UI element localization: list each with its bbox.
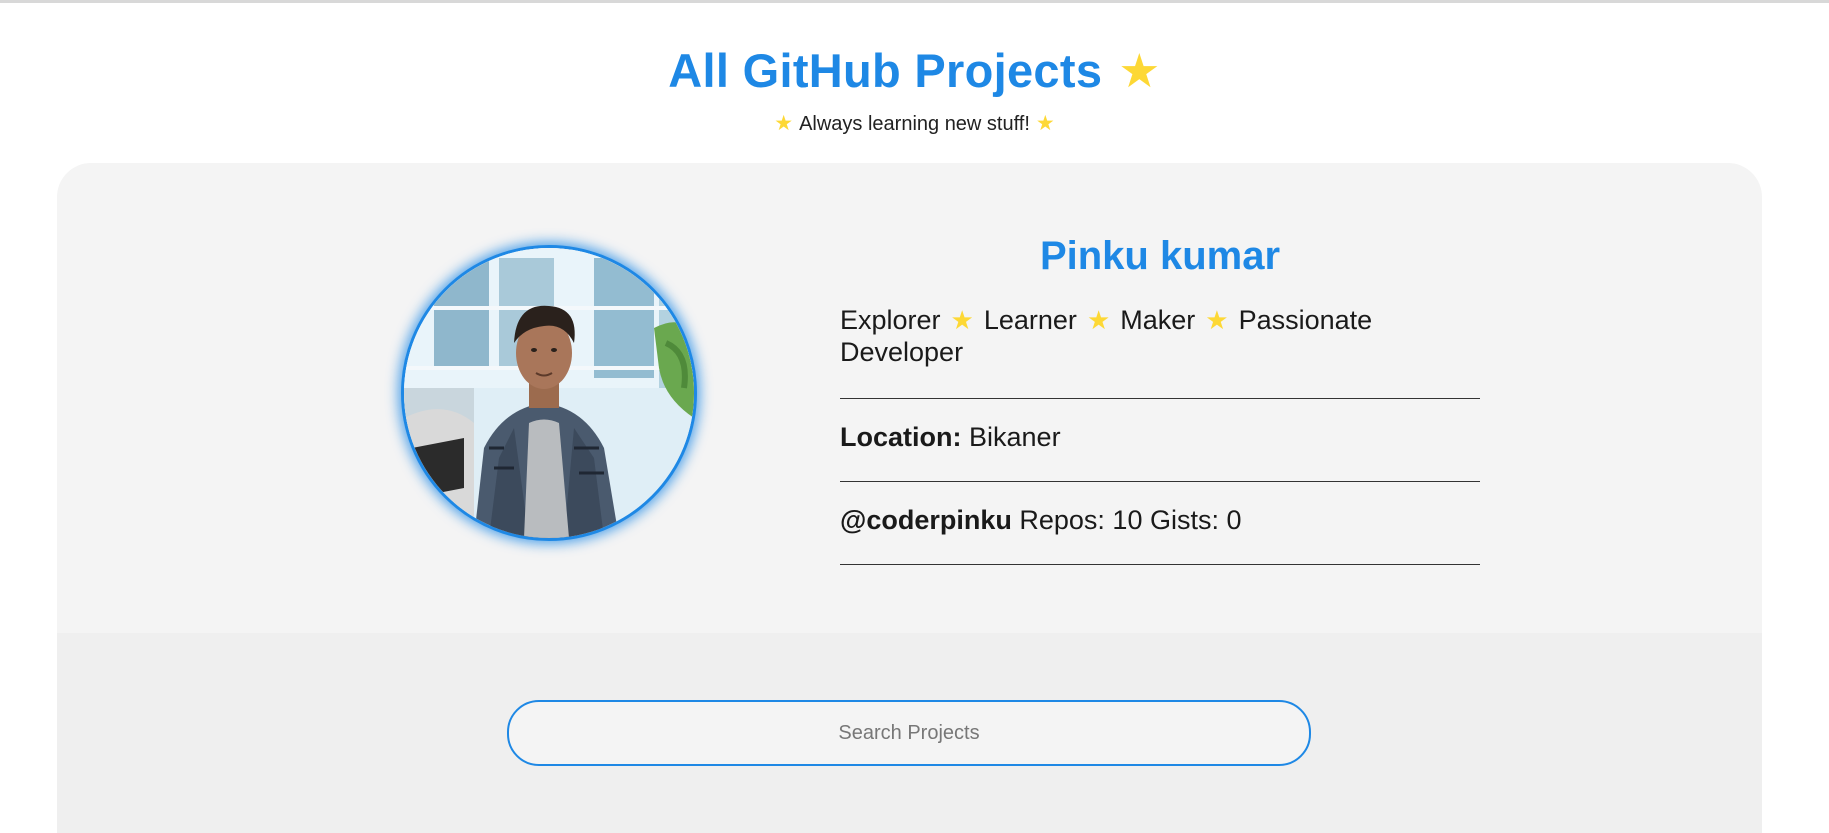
star-icon: ★ bbox=[1035, 111, 1055, 135]
profile-name: Pinku kumar bbox=[1039, 234, 1281, 278]
avatar bbox=[401, 245, 697, 541]
profile-info: Pinku kumar Explorer ★ Learner ★ Maker ★ Passi… bbox=[840, 231, 1480, 565]
bio-word: Maker bbox=[1120, 305, 1196, 335]
username-link[interactable]: @coderpinku bbox=[840, 505, 1012, 535]
search-input[interactable] bbox=[507, 700, 1311, 766]
star-icon: ★ bbox=[1086, 306, 1111, 336]
bio-word: Learner bbox=[983, 305, 1077, 335]
page-title: All GitHub Projects ★ bbox=[0, 40, 1829, 103]
star-icon: ★ bbox=[1205, 306, 1229, 336]
profile-bio: Explorer ★ Learner ★ Maker ★ Passionate Develo… bbox=[840, 305, 1480, 399]
top-border bbox=[0, 0, 1829, 3]
profile-location: Location: Bikaner bbox=[840, 399, 1480, 482]
gists-count: Gists: 0 bbox=[1149, 505, 1242, 535]
repos-count: Repos: 10 bbox=[1019, 505, 1143, 535]
profile-card: Pinku kumar Explorer ★ Learner ★ Maker ★ Passi… bbox=[57, 163, 1762, 833]
star-icon: ★ bbox=[950, 306, 974, 336]
page-header: All GitHub Projects ★ ★ Always learning ne… bbox=[0, 40, 1829, 138]
star-icon: ★ bbox=[774, 111, 794, 135]
location-label: Location: bbox=[840, 422, 962, 452]
profile-photo-image bbox=[404, 248, 694, 538]
page-title-text: All GitHub Projects bbox=[668, 44, 1103, 97]
profile-stats: @coderpinku Repos: 10 Gists: 0 bbox=[840, 482, 1480, 565]
location-value: Bikaner bbox=[969, 422, 1061, 452]
page-subtitle: ★ Always learning new stuff! ★ bbox=[0, 109, 1829, 138]
star-icon: ★ bbox=[1118, 44, 1161, 99]
bio-word: Explorer bbox=[840, 305, 941, 335]
subtitle-text: Always learning new stuff! bbox=[799, 113, 1030, 135]
